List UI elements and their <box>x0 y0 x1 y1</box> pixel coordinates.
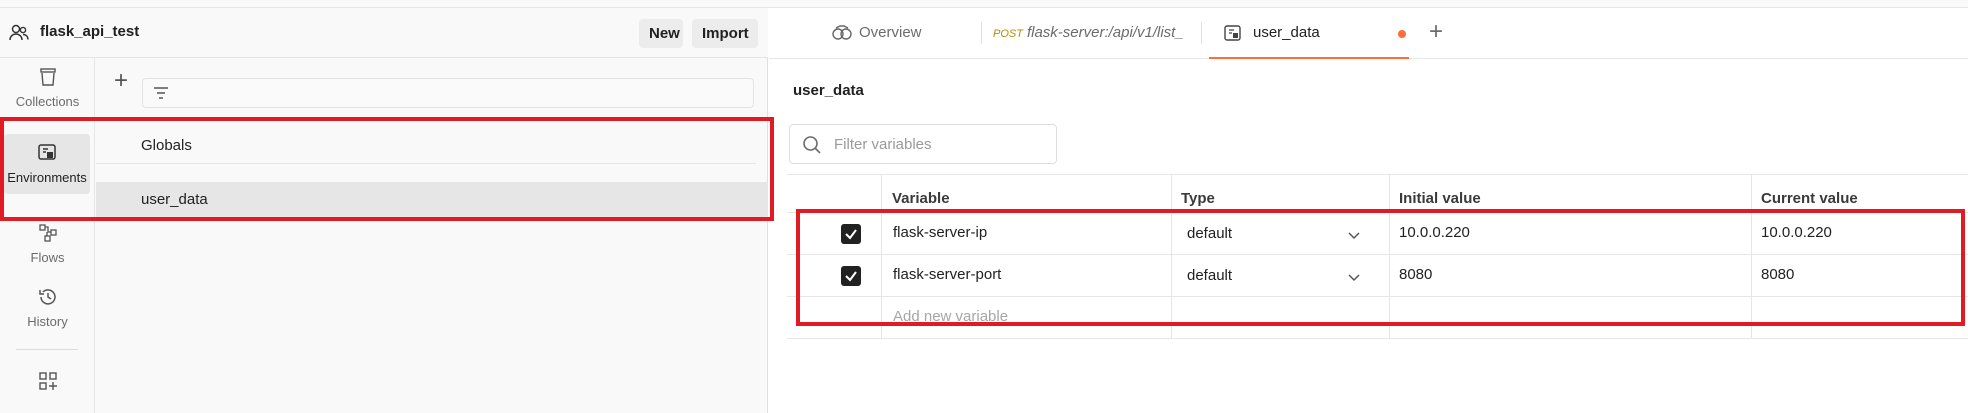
tab-divider <box>1201 22 1202 44</box>
create-environment-button[interactable]: + <box>110 69 132 93</box>
chevron-down-icon[interactable] <box>1347 270 1361 284</box>
tab-user-data[interactable]: user_data <box>1209 8 1409 59</box>
environment-item-user-data[interactable]: user_data <box>96 182 768 218</box>
sidebar-rail: Collections Environments Flows History <box>0 58 95 413</box>
tab-bar: Overview POST flask-server:/api/v1/list_ … <box>769 8 1968 59</box>
tab-divider <box>981 22 982 44</box>
table-border <box>787 254 1968 255</box>
column-header-variable: Variable <box>892 190 950 207</box>
table-border <box>787 212 1968 213</box>
sidebar-item-collections[interactable]: Collections <box>0 66 95 109</box>
filter-icon <box>154 87 168 99</box>
table-border <box>1389 174 1390 338</box>
variable-current-value[interactable]: 10.0.0.220 <box>1761 224 1832 241</box>
environment-icon <box>1224 25 1241 41</box>
environments-icon <box>38 144 56 160</box>
variable-type-select[interactable]: default <box>1187 225 1232 242</box>
flows-icon <box>38 224 57 242</box>
sidebar-item-label: Flows <box>30 250 65 265</box>
sidebar-item-label: Environments <box>7 170 87 185</box>
table-border <box>1751 174 1752 338</box>
sidebar-item-configure[interactable] <box>0 370 95 398</box>
unsaved-indicator <box>1398 30 1406 38</box>
request-method: POST <box>993 28 1023 40</box>
column-header-current-value: Current value <box>1761 190 1858 207</box>
tab-request[interactable]: POST flask-server:/api/v1/list_ <box>993 8 1184 59</box>
variable-type-select[interactable]: default <box>1187 267 1232 284</box>
workspace-header: flask_api_test New Import <box>0 8 768 58</box>
chevron-down-icon[interactable] <box>1347 228 1361 242</box>
tab-label: Overview <box>859 24 922 41</box>
new-button[interactable]: New <box>639 19 683 48</box>
new-tab-button[interactable]: + <box>1429 20 1443 44</box>
environment-item-globals[interactable]: Globals <box>96 128 756 164</box>
filter-variables-field[interactable] <box>789 124 1057 164</box>
sidebar-item-flows[interactable]: Flows <box>0 222 95 265</box>
variable-enabled-checkbox[interactable] <box>841 224 861 244</box>
checkmark-icon <box>845 229 857 240</box>
collections-icon <box>39 68 56 86</box>
variable-initial-value[interactable]: 10.0.0.220 <box>1399 224 1470 241</box>
filter-variables-input[interactable] <box>834 133 1044 155</box>
add-apps-icon <box>38 372 57 390</box>
search-icon <box>803 136 821 154</box>
table-border <box>787 174 1968 175</box>
sidebar-item-environments[interactable]: Environments <box>4 134 90 194</box>
checkmark-icon <box>845 271 857 282</box>
sidebar-item-label: Collections <box>15 94 80 109</box>
variable-current-value[interactable]: 8080 <box>1761 266 1794 283</box>
sidebar-divider <box>16 349 78 350</box>
sidebar-item-label: History <box>27 314 68 329</box>
tab-overview[interactable]: Overview <box>831 8 922 59</box>
column-header-initial-value: Initial value <box>1399 190 1481 207</box>
overview-icon <box>832 25 852 40</box>
variable-name[interactable]: flask-server-ip <box>893 224 987 241</box>
table-border <box>787 296 1968 297</box>
import-button[interactable]: Import <box>692 19 758 48</box>
table-border <box>1171 174 1172 338</box>
variable-initial-value[interactable]: 8080 <box>1399 266 1432 283</box>
environment-filter[interactable] <box>142 78 754 108</box>
tab-label: user_data <box>1253 24 1320 41</box>
table-border <box>881 174 882 338</box>
column-header-type: Type <box>1181 190 1215 207</box>
table-border <box>787 338 1968 339</box>
tab-label: flask-server:/api/v1/list_ <box>1026 24 1184 41</box>
history-icon <box>38 289 56 305</box>
sidebar-item-history[interactable]: History <box>0 286 95 329</box>
environment-list: + Globals user_data <box>96 58 768 413</box>
workspace-panel: flask_api_test New Import Collections En… <box>0 8 768 413</box>
environment-title[interactable]: user_data <box>793 82 864 99</box>
environment-editor-pane: Overview POST flask-server:/api/v1/list_ … <box>769 8 1968 413</box>
workspace-name[interactable]: flask_api_test <box>40 23 139 40</box>
variable-name[interactable]: flask-server-port <box>893 266 1001 283</box>
add-new-variable-input[interactable]: Add new variable <box>893 308 1008 325</box>
window-top-strip <box>0 0 1968 8</box>
variable-enabled-checkbox[interactable] <box>841 266 861 286</box>
team-icon <box>9 24 29 41</box>
